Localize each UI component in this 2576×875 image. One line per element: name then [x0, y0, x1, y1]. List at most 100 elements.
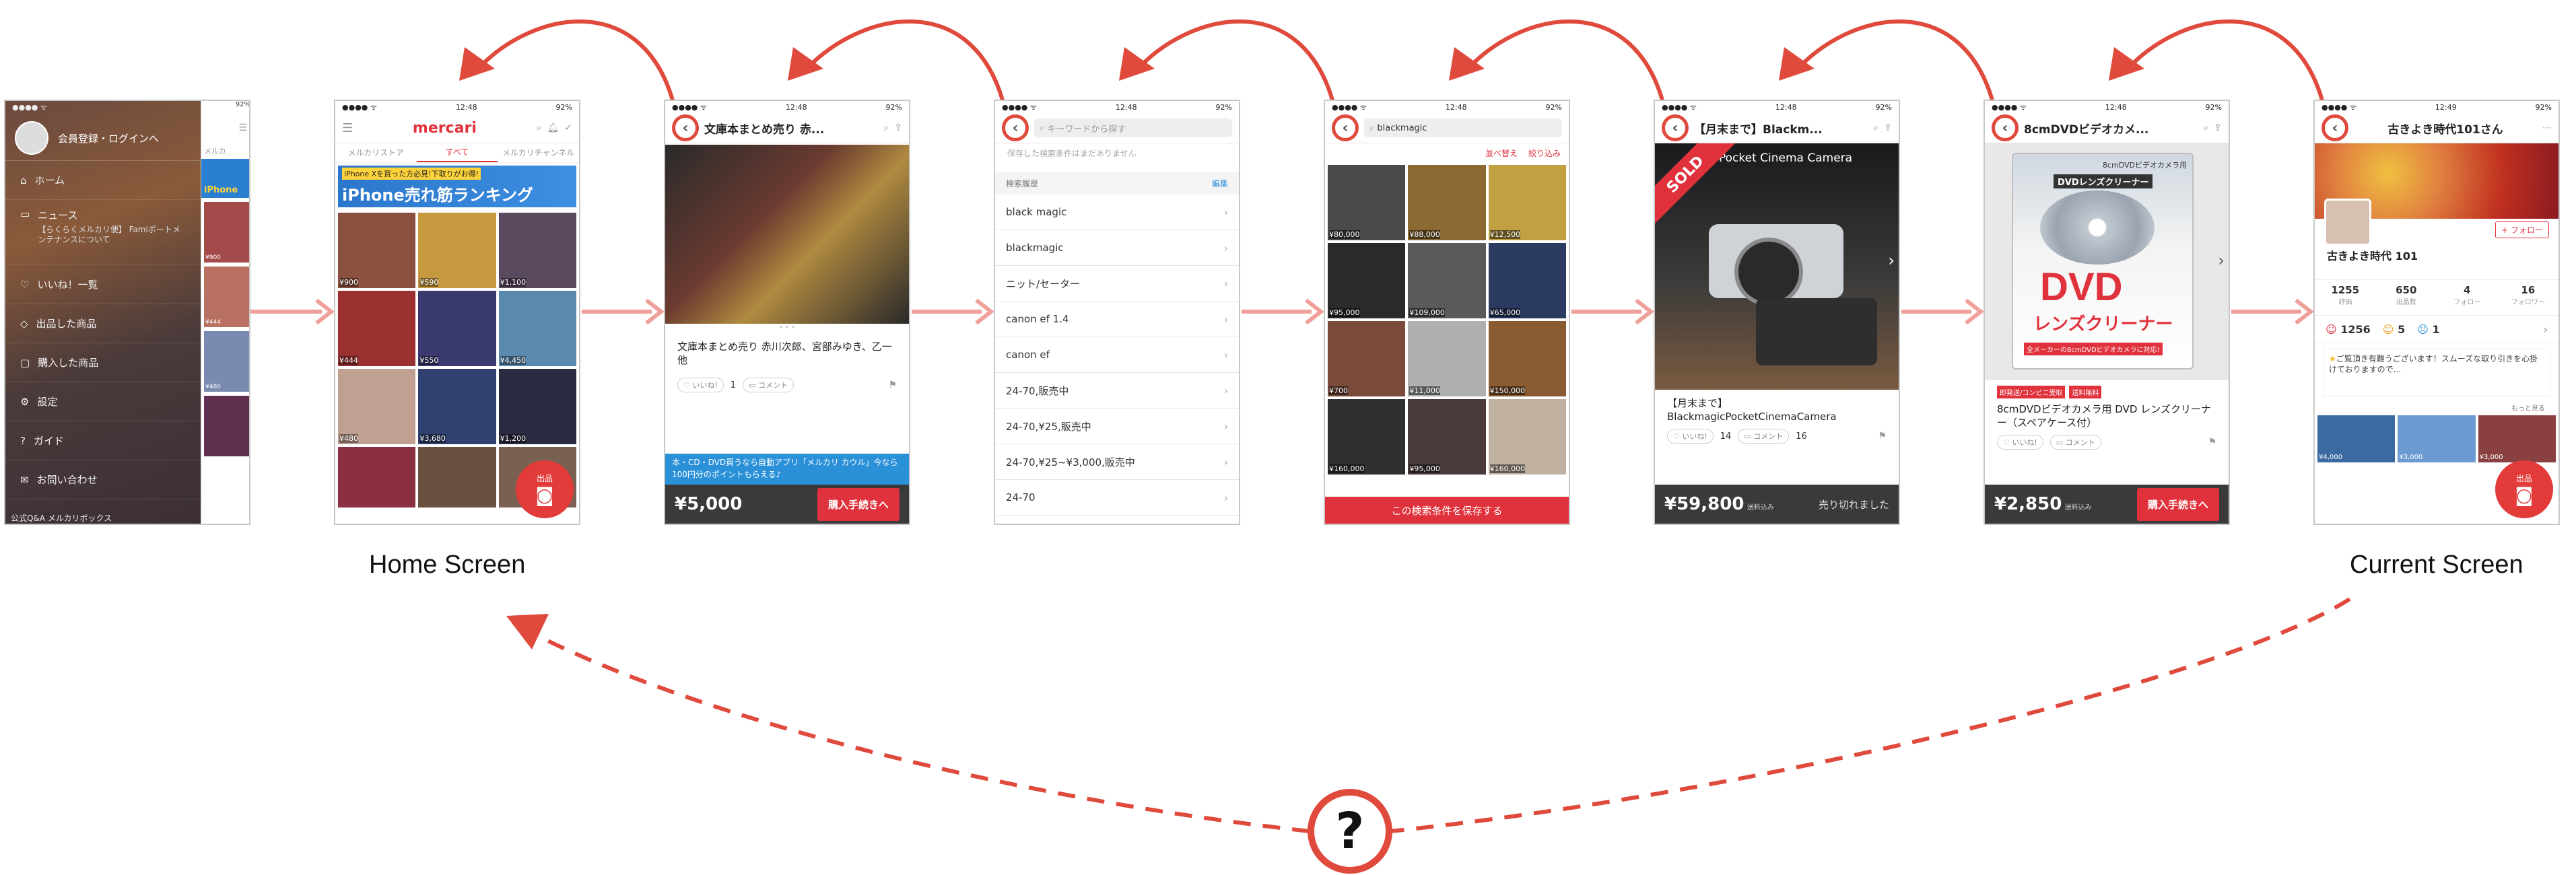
buy-button[interactable]: 購入手続きへ — [2136, 487, 2219, 521]
rating-row[interactable]: ☺ 1256 ☺ 5 ☹ 1 › — [2315, 316, 2558, 343]
item-tile[interactable]: ¥4,450 — [498, 291, 576, 366]
share-icon[interactable]: ⇪ — [2214, 123, 2222, 133]
history-item[interactable]: canon ef 1.4 › — [995, 302, 1239, 337]
stat-item[interactable]: 650 出品数 — [2376, 280, 2437, 315]
history-item[interactable]: 24-70,販売中 › — [995, 373, 1239, 409]
item-tile[interactable]: ¥444 — [338, 291, 416, 366]
result-tile[interactable]: ¥150,000 — [1488, 321, 1566, 396]
menu-contact[interactable]: ✉ お問い合わせ — [5, 460, 201, 499]
buy-button[interactable]: 購入手続きへ — [817, 487, 900, 521]
like-button[interactable]: ♡ いいね! — [1997, 435, 2043, 450]
comment-button[interactable]: ▭ コメント — [743, 378, 794, 392]
result-tile[interactable]: ¥95,000 — [1328, 243, 1406, 318]
tab-all[interactable]: すべて — [416, 143, 498, 162]
sell-button[interactable]: 出品 ◙ — [516, 460, 574, 518]
history-item[interactable]: black magic › — [995, 195, 1239, 230]
flag-icon[interactable]: ⚑ — [1878, 431, 1887, 442]
history-item[interactable]: canon ef › — [995, 337, 1239, 373]
item-tile[interactable]: ¥550 — [418, 291, 496, 366]
menu-footer[interactable]: 公式Q&A メルカリボックス — [11, 512, 112, 524]
item-tile[interactable]: ¥3,000 — [2398, 415, 2476, 462]
menu-listed[interactable]: ◇ 出品した商品 — [5, 304, 201, 343]
comment-button[interactable]: ▭ コメント — [2049, 435, 2101, 450]
result-tile[interactable]: ¥11,000 — [1408, 321, 1486, 396]
result-tile[interactable]: ¥700 — [1328, 321, 1406, 396]
avatar[interactable] — [2324, 199, 2371, 246]
chevron-right-icon[interactable]: › — [1888, 251, 1895, 270]
stat-item[interactable]: 16 フォロワー — [2498, 280, 2559, 315]
item-tile[interactable]: ¥3,000 — [2478, 415, 2556, 462]
like-button[interactable]: ♡ いいね! — [1667, 429, 1714, 444]
item-tile[interactable]: ¥4,000 — [2317, 415, 2396, 462]
comment-button[interactable]: ▭ コメント — [1738, 429, 1790, 444]
history-item[interactable]: ニット/セーター › — [995, 266, 1239, 302]
item-tile[interactable]: ¥1,200 — [498, 369, 576, 444]
tab-store[interactable]: メルカリストア — [335, 143, 417, 162]
back-button[interactable]: ‹ — [672, 114, 699, 141]
chevron-right-icon[interactable]: › — [2218, 251, 2225, 270]
stat-item[interactable]: 1255 評価 — [2315, 280, 2376, 315]
item-tile[interactable]: ¥590 — [418, 213, 496, 288]
result-tile[interactable]: ¥160,000 — [1328, 399, 1406, 475]
back-button[interactable]: ‹ — [1662, 114, 1689, 141]
back-button[interactable]: ‹ — [1992, 114, 2019, 141]
home-peek[interactable]: 92% ☰ メルカ iPhone ¥900 ¥444 ¥480 — [201, 101, 249, 524]
flag-icon[interactable]: ⚑ — [2208, 437, 2216, 448]
search-input[interactable]: ⌕ blackmagic — [1364, 118, 1562, 137]
history-item[interactable]: 24-70,¥25,販売中 › — [995, 409, 1239, 444]
menu-home[interactable]: ⌂ ホーム — [5, 161, 201, 200]
menu-guide[interactable]: ? ガイド — [5, 421, 201, 460]
promo-banner[interactable]: 本・CD・DVD買うなら自動アプリ「メルカリ カウル」今なら100円分のポイント… — [665, 454, 909, 485]
menu-purchased[interactable]: ▢ 購入した商品 — [5, 343, 201, 382]
result-tile[interactable]: ¥109,000 — [1408, 243, 1486, 318]
share-icon[interactable]: ⇪ — [1884, 123, 1892, 133]
check-icon[interactable]: ✓ — [564, 123, 572, 133]
result-tile[interactable]: ¥95,000 — [1408, 399, 1486, 475]
search-icon[interactable]: ⌕ — [2203, 123, 2208, 133]
sell-button[interactable]: 出品 ◙ — [2495, 460, 2553, 518]
tab-channel[interactable]: メルカリチャンネル — [498, 143, 579, 162]
item-tile[interactable] — [338, 447, 416, 508]
search-icon[interactable]: ⌕ — [537, 123, 542, 133]
history-item[interactable]: 24-70 › — [995, 480, 1239, 516]
menu-settings[interactable]: ⚙ 設定 — [5, 382, 201, 421]
item-tile[interactable]: ¥900 — [338, 213, 416, 288]
filter-button[interactable]: 絞り込み — [1528, 147, 1561, 159]
account-row[interactable]: 会員登録・ログインへ — [5, 116, 201, 161]
item-photo[interactable]: Pocket Cinema Camera SOLD › — [1655, 143, 1899, 390]
item-tile[interactable] — [418, 447, 496, 508]
result-tile[interactable]: ¥65,000 — [1488, 243, 1566, 318]
stat-item[interactable]: 4 フォロー — [2437, 280, 2498, 315]
more-link[interactable]: もっと見る — [2315, 403, 2558, 413]
menu-news[interactable]: ▭ ニュース 【らくらくメルカリ便】 Famiポートメンテナンスについて — [5, 200, 201, 265]
like-button[interactable]: ♡ いいね! — [677, 378, 724, 392]
flag-icon[interactable]: ⚑ — [888, 380, 897, 390]
result-tile[interactable]: ¥160,000 — [1488, 399, 1566, 475]
item-photo[interactable] — [665, 145, 909, 324]
back-button[interactable]: ‹ — [1332, 114, 1359, 141]
search-icon[interactable]: ⌕ — [883, 123, 889, 133]
home-banner[interactable]: iPhone Xを買った方必見!下取りがお得! iPhone売れ筋ランキング — [338, 166, 576, 207]
sort-button[interactable]: 並べ替え — [1485, 147, 1518, 159]
search-icon[interactable]: ⌕ — [1873, 123, 1878, 133]
edit-button[interactable]: 編集 — [1212, 178, 1228, 189]
more-icon[interactable]: ⋯ — [2542, 123, 2552, 133]
back-button[interactable]: ‹ — [2321, 114, 2348, 141]
history-item[interactable]: 24-70,¥25~¥3,000,販売中 › — [995, 444, 1239, 480]
history-item[interactable]: blackmagic › — [995, 230, 1239, 266]
share-icon[interactable]: ⇪ — [894, 123, 902, 133]
back-button[interactable]: ‹ — [1002, 114, 1029, 141]
result-tile[interactable]: ¥88,000 — [1408, 165, 1486, 240]
save-search-button[interactable]: この検索条件を保存する — [1325, 497, 1569, 524]
follow-button[interactable]: + フォロー — [2495, 221, 2549, 238]
item-tile[interactable]: ¥1,100 — [498, 213, 576, 288]
item-tile[interactable]: ¥3,680 — [418, 369, 496, 444]
result-tile[interactable]: ¥80,000 — [1328, 165, 1406, 240]
menu-likes[interactable]: ♡ いいね！一覧 — [5, 265, 201, 304]
item-tile[interactable]: ¥480 — [338, 369, 416, 444]
result-tile[interactable]: ¥12,500 — [1488, 165, 1566, 240]
bell-icon[interactable]: 🔔︎ — [547, 123, 559, 133]
search-input[interactable]: ⌕ キーワードから探す — [1034, 118, 1232, 137]
item-photo[interactable]: 8cmDVDビデオカメラ用 DVDレンズクリーナー DVD レンズクリーナー 全… — [1985, 143, 2229, 380]
menu-icon[interactable]: ☰ — [342, 121, 353, 135]
